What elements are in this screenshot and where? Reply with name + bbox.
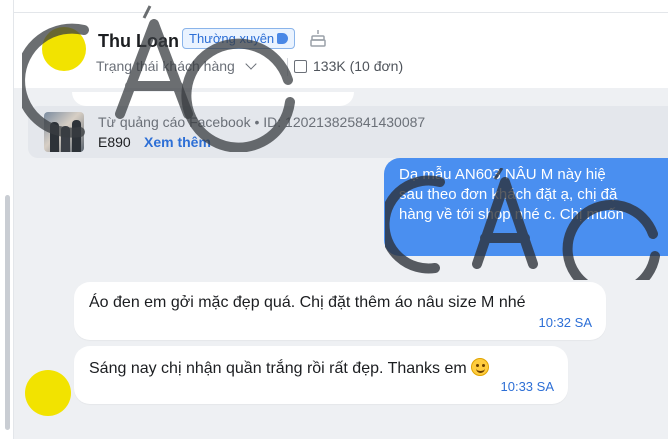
chevron-down-icon [245, 58, 257, 70]
previous-message-bubble [72, 92, 354, 106]
contact-name[interactable]: Thu Loan [98, 31, 179, 52]
see-more-link[interactable]: Xem thêm [144, 134, 211, 150]
message-timestamp: 10:33 SA [500, 379, 555, 394]
chat-header: Thu Loan Thường xuyên Trạng thái khách h… [14, 0, 668, 88]
ad-thumbnail[interactable] [44, 112, 84, 152]
ad-product-code: E890 [98, 134, 131, 150]
scrollbar[interactable] [5, 195, 10, 430]
customer-tier-badge[interactable]: Thường xuyên [182, 28, 296, 49]
avatar[interactable] [25, 370, 71, 416]
message-text: Áo đen em gởi mặc đẹp quá. Chị đặt thêm … [89, 294, 526, 311]
message-line: Dạ mẫu AN603 NÂU M này hiệ [399, 166, 606, 183]
incoming-message-bubble[interactable]: Áo đen em gởi mặc đẹp quá. Chị đặt thêm … [74, 282, 606, 340]
divider [287, 58, 288, 76]
order-summary: 133K (10 đơn) [294, 58, 403, 74]
ad-referral-banner: Từ quảng cáo Facebook • ID: 120213825841… [28, 106, 668, 158]
tag-icon [277, 33, 289, 44]
message-text: Sáng nay chị nhận quần trắng rồi rất đẹp… [89, 360, 467, 377]
incoming-message-bubble[interactable]: Sáng nay chị nhận quần trắng rồi rất đẹp… [74, 346, 568, 404]
avatar[interactable] [42, 27, 86, 71]
customer-status-dropdown[interactable]: Trạng thái khách hàng [96, 58, 257, 74]
status-label: Trạng thái khách hàng [96, 58, 235, 74]
outgoing-message-bubble[interactable]: Dạ mẫu AN603 NÂU M này hiệ sau theo đơn … [384, 158, 668, 256]
message-timestamp: 10:32 SA [538, 315, 593, 330]
smiling-face-emoji [471, 358, 490, 376]
divider [14, 12, 668, 13]
birthday-cake-icon[interactable] [310, 29, 326, 47]
conversation-list-edge [0, 0, 14, 439]
message-line: hàng về tới shop nhé c. Chị muốn [399, 206, 624, 223]
message-text-row: Sáng nay chị nhận quần trắng rồi rất đẹp… [89, 358, 490, 378]
badge-label: Thường xuyên [189, 31, 275, 46]
message-line: sau theo đơn khách đặt ạ, chị đặ [399, 186, 618, 203]
box-icon [294, 59, 307, 73]
ad-source-text: Từ quảng cáo Facebook • ID: 120213825841… [98, 114, 426, 130]
order-summary-text: 133K (10 đơn) [313, 58, 404, 74]
